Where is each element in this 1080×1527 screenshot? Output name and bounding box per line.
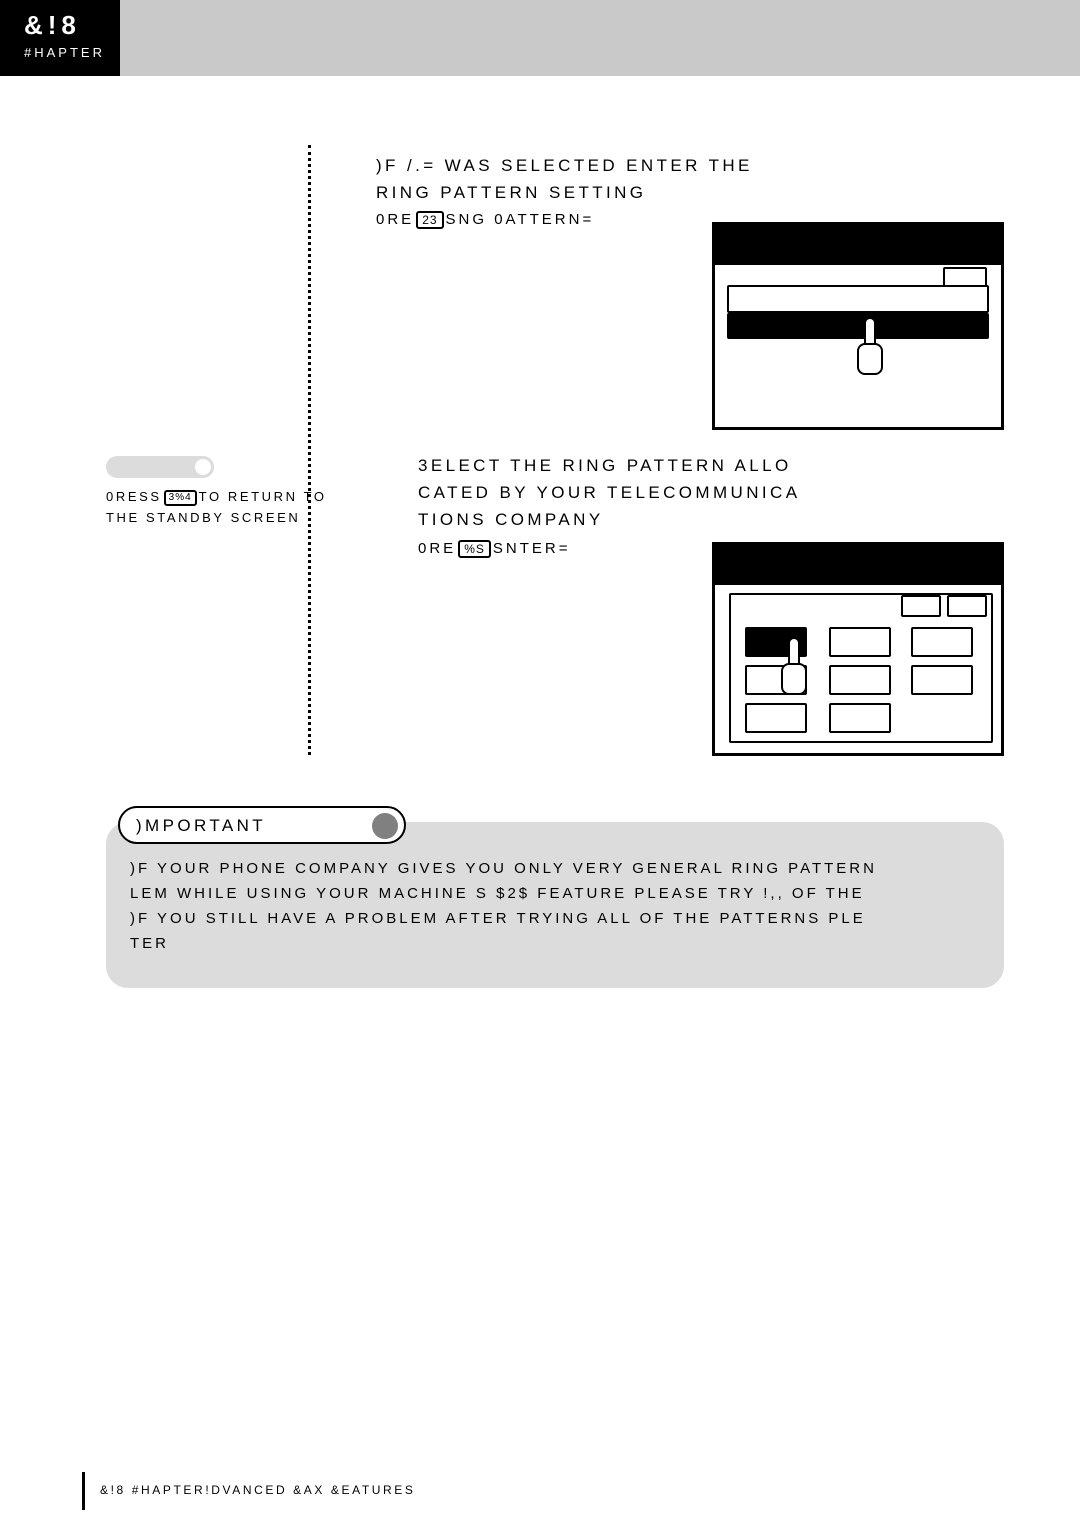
step-1-text: )F /.= WAS SELECTED ENTER THE RING PATTE… <box>376 152 753 206</box>
step-2-press-key: %S <box>458 540 491 559</box>
step-1-line-2: RING PATTERN SETTING <box>376 183 647 202</box>
step-2-line-3: TIONS COMPANY <box>418 510 604 529</box>
panel-2-option-6 <box>911 665 973 695</box>
important-line-4: TER <box>130 935 169 952</box>
step-2-line-2: CATED BY YOUR TELECOMMUNICA <box>418 483 801 502</box>
panel-2-option-3 <box>911 627 973 657</box>
step-1-line-1: )F /.= WAS SELECTED ENTER THE <box>376 156 753 175</box>
panel-2-titlebar <box>715 545 1001 585</box>
important-line-3: )F YOU STILL HAVE A PROBLEM AFTER TRYING… <box>130 910 866 927</box>
panel-ring-pattern-setting-screen <box>712 222 1004 430</box>
important-callout-tab: )MPORTANT <box>118 806 406 844</box>
footer-rule <box>82 1472 85 1510</box>
panel-2-option-5 <box>829 665 891 695</box>
header-chapter-label: #HAPTER <box>24 45 105 60</box>
step-1-press-suffix: SNG 0ATTERN= <box>445 211 595 228</box>
hand-fist <box>781 663 807 695</box>
footer-text-c: !DVANCED &AX &EATURES <box>205 1483 416 1497</box>
sidenote-pill-dot <box>195 459 211 475</box>
important-callout-label: )MPORTANT <box>136 816 267 835</box>
sidenote-key: 3%4 <box>163 489 197 506</box>
step-2-text: 3ELECT THE RING PATTERN ALLO CATED BY YO… <box>418 452 800 533</box>
hand-fist <box>857 343 883 375</box>
footer-text-b: #HAPTER <box>131 1483 206 1497</box>
panel-2-option-7 <box>745 703 807 733</box>
step-2-press-prefix: 0RE <box>418 540 457 557</box>
footer-text-a: &!8 <box>100 1483 126 1497</box>
step-1-press-instruction: 0RE 23 SNG 0ATTERN= <box>376 211 595 230</box>
step-2-press-suffix: SNTER= <box>492 540 571 557</box>
step-1-press-prefix: 0RE <box>376 211 415 228</box>
panel-2-option-2 <box>829 627 891 657</box>
panel-1-titlebar <box>715 225 1001 265</box>
sidenote-text: 0RESS 3%4 TO RETURN TO THE STANDBY SCREEN <box>106 486 406 528</box>
panel-2-option-8 <box>829 703 891 733</box>
footer-text: &!8 #HAPTER!DVANCED &AX &EATURES <box>100 1483 416 1497</box>
sidenote-pill-badge <box>106 456 214 478</box>
step-2-press-instruction: 0RE %S SNTER= <box>418 540 571 559</box>
important-line-1: )F YOUR PHONE COMPANY GIVES YOU ONLY VER… <box>130 860 877 877</box>
panel-1-hand-pointer-icon <box>857 317 883 377</box>
sidenote-suffix: TO RETURN TO <box>198 489 327 504</box>
panel-2-header-button-1 <box>901 595 941 617</box>
panel-ring-pattern-selection-screen <box>712 542 1004 756</box>
important-line-2: LEM WHILE USING YOUR MACHINE S $2$ FEATU… <box>130 885 865 902</box>
step-connector-dotted-rule <box>308 145 311 755</box>
sidenote-prefix: 0RESS <box>106 489 162 504</box>
header-fax-label: &!8 <box>24 10 81 40</box>
sidenote-line-2: THE STANDBY SCREEN <box>106 510 301 525</box>
step-1-press-key: 23 <box>416 211 444 230</box>
panel-2-header-button-2 <box>947 595 987 617</box>
panel-1-list-row-1 <box>727 285 989 313</box>
important-callout-dot-icon <box>372 813 398 839</box>
important-callout-body: )F YOUR PHONE COMPANY GIVES YOU ONLY VER… <box>130 856 1080 956</box>
step-2-line-1: 3ELECT THE RING PATTERN ALLO <box>418 456 792 475</box>
page-header-band: &!8 #HAPTER <box>0 0 1080 76</box>
panel-2-hand-pointer-icon <box>781 637 807 697</box>
